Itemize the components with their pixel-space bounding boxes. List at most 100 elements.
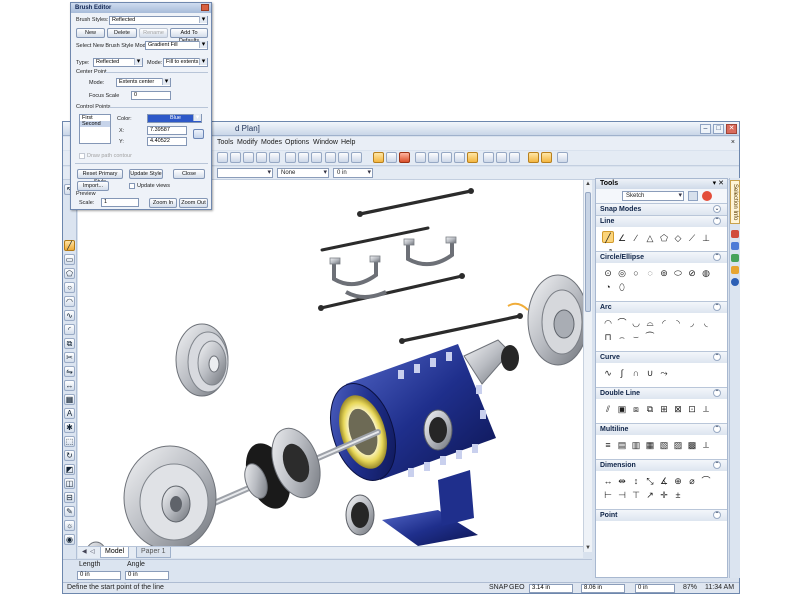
polygon-tool-icon[interactable]: ⬠ bbox=[64, 268, 75, 279]
arc-bridge-icon[interactable]: ⏜ bbox=[644, 331, 656, 343]
arc-tool-icon[interactable]: ◠ bbox=[64, 296, 75, 307]
polygon-icon[interactable]: ⬠ bbox=[658, 232, 670, 244]
triangle-icon[interactable]: △ bbox=[644, 232, 656, 244]
mline-end-icon[interactable]: ⟂ bbox=[700, 439, 712, 451]
focus-scale-input[interactable]: 0 bbox=[131, 91, 171, 100]
arc-radius-icon[interactable]: ◜ bbox=[658, 317, 670, 329]
snap-toggle[interactable]: SNAP bbox=[489, 584, 508, 591]
menu-window[interactable]: Window bbox=[313, 139, 338, 146]
zoom-out-icon[interactable] bbox=[230, 152, 241, 163]
dim-arc-icon[interactable]: ⌒ bbox=[700, 475, 712, 487]
resources-icon[interactable] bbox=[731, 254, 739, 262]
tab-paper[interactable]: Paper 1 bbox=[136, 547, 171, 558]
snap-icon[interactable] bbox=[386, 152, 397, 163]
add-to-defaults-button[interactable]: Add To Defaults bbox=[170, 28, 208, 44]
select-mode-select[interactable]: Gradient Fill bbox=[145, 41, 208, 50]
dim-baseline-icon[interactable]: ⊣ bbox=[616, 489, 628, 501]
curve-spline-icon[interactable]: ∿ bbox=[602, 367, 614, 379]
brush-styles-select[interactable]: Reflected bbox=[109, 16, 208, 25]
section-header[interactable]: Dimension ⌃ bbox=[596, 459, 727, 471]
section-header[interactable]: Point ⌃ bbox=[596, 509, 727, 521]
geo-toggle[interactable]: GEO bbox=[509, 584, 525, 591]
select-icon[interactable] bbox=[373, 152, 384, 163]
arc-2pt-icon[interactable]: ⌓ bbox=[644, 317, 656, 329]
solid-tool-icon[interactable]: ◩ bbox=[64, 464, 75, 475]
mline-rect-icon[interactable]: ▤ bbox=[616, 439, 628, 451]
arc-center-icon[interactable]: ◠ bbox=[602, 317, 614, 329]
dline-wall-icon[interactable]: ⊞ bbox=[658, 403, 670, 415]
dim-angular-icon[interactable]: ∡ bbox=[658, 475, 670, 487]
dline-rect-icon[interactable]: ▣ bbox=[616, 403, 628, 415]
dim-horizontal-icon[interactable]: ⇹ bbox=[616, 475, 628, 487]
arc-tangent-icon[interactable]: ◡ bbox=[630, 317, 642, 329]
revolve-tool-icon[interactable]: ↻ bbox=[64, 450, 75, 461]
curve-control-icon[interactable]: ∪ bbox=[644, 367, 656, 379]
dline-join-icon[interactable]: ⧉ bbox=[644, 403, 656, 415]
mline-edit-icon[interactable]: ▨ bbox=[672, 439, 684, 451]
update-style-button[interactable]: Update Style bbox=[129, 169, 163, 179]
color-select[interactable]: Blue bbox=[147, 114, 202, 123]
rename-button[interactable]: Rename bbox=[139, 28, 168, 38]
dialog-close-icon[interactable] bbox=[201, 4, 209, 11]
camera-icon[interactable] bbox=[441, 152, 452, 163]
dim-aligned-icon[interactable]: ⤡ bbox=[644, 475, 656, 487]
dim-tolerance-icon[interactable]: ± bbox=[672, 489, 684, 501]
measure-icon[interactable] bbox=[351, 152, 362, 163]
menu-modify[interactable]: Modify bbox=[237, 139, 258, 146]
selection-info-tab[interactable]: Selection Info bbox=[730, 180, 740, 224]
help-icon[interactable] bbox=[557, 152, 568, 163]
arc-ellipse-icon[interactable]: ⊓ bbox=[602, 331, 614, 343]
prev-tab-icon[interactable]: ◁ bbox=[90, 548, 95, 555]
mdi-close-icon[interactable]: × bbox=[731, 139, 735, 146]
section-header[interactable]: Snap Modes ⌄ bbox=[596, 203, 727, 215]
mline-wall-icon[interactable]: ▧ bbox=[658, 439, 670, 451]
section-header[interactable]: Line ⌃ bbox=[596, 215, 727, 227]
menu-help[interactable]: Help bbox=[341, 139, 355, 146]
delete-button[interactable]: Delete bbox=[107, 28, 137, 38]
arc-sector-icon[interactable]: ◞ bbox=[686, 317, 698, 329]
import-button[interactable]: Import... bbox=[77, 181, 109, 191]
circle-concentric-icon[interactable]: ◎ bbox=[616, 267, 628, 279]
reset-primary-style-button[interactable]: Reset Primary Style bbox=[77, 169, 123, 185]
symbol-tool-icon[interactable]: ✱ bbox=[64, 422, 75, 433]
web-icon[interactable] bbox=[731, 278, 739, 286]
dim-continuous-icon[interactable]: ⊤ bbox=[630, 489, 642, 501]
edit-tool-icon[interactable]: ✎ bbox=[64, 506, 75, 517]
menu-tools[interactable]: Tools bbox=[217, 139, 233, 146]
circle-tangent-icon[interactable]: ○ bbox=[630, 267, 642, 279]
zoom-window-icon[interactable] bbox=[243, 152, 254, 163]
mline-icon[interactable]: ≡ bbox=[602, 439, 614, 451]
type-select[interactable]: Reflected bbox=[93, 58, 143, 67]
minimize-button[interactable]: – bbox=[700, 124, 711, 134]
line-width-select[interactable]: 0 in bbox=[333, 168, 373, 178]
line-type-select[interactable]: None bbox=[277, 168, 329, 178]
section-tool-icon[interactable]: ⊟ bbox=[64, 492, 75, 503]
line-angle-icon[interactable]: ∠ bbox=[616, 232, 628, 244]
circle-3pt-icon[interactable]: ◌ bbox=[644, 267, 656, 279]
tools-options-icon[interactable] bbox=[688, 191, 698, 201]
close-window-button[interactable]: ✕ bbox=[726, 124, 737, 134]
section-header[interactable]: Double Line ⌃ bbox=[596, 387, 727, 399]
circle-inscribed-icon[interactable]: ◔ bbox=[602, 281, 614, 293]
tools-help-icon[interactable] bbox=[702, 191, 712, 201]
extrude-tool-icon[interactable]: ⬚ bbox=[64, 436, 75, 447]
curve-tool-icon[interactable]: ∿ bbox=[64, 310, 75, 321]
first-tab-icon[interactable]: ◀ bbox=[82, 548, 87, 555]
line-perp-icon[interactable]: ⊥ bbox=[700, 232, 712, 244]
redraw-icon[interactable] bbox=[285, 152, 296, 163]
palette-icon[interactable] bbox=[528, 152, 539, 163]
layers-icon[interactable] bbox=[325, 152, 336, 163]
dim-center-icon[interactable]: ✛ bbox=[658, 489, 670, 501]
dim-linear-icon[interactable]: ↔ bbox=[602, 475, 614, 487]
line-tangent-icon[interactable]: ⟋ bbox=[686, 232, 698, 244]
mode-select[interactable]: Fill to extents bbox=[163, 58, 208, 67]
render-icon[interactable] bbox=[415, 152, 426, 163]
y-input[interactable]: 4.40522 bbox=[147, 137, 187, 146]
library-icon[interactable] bbox=[541, 152, 552, 163]
symbol-icon[interactable] bbox=[483, 152, 494, 163]
menu-options[interactable]: Options bbox=[285, 139, 309, 146]
dim-diameter-icon[interactable]: ⌀ bbox=[686, 475, 698, 487]
circle-center-icon[interactable]: ⊙ bbox=[602, 267, 614, 279]
ellipse-arc-icon[interactable]: ◍ bbox=[700, 267, 712, 279]
grid-icon[interactable] bbox=[311, 152, 322, 163]
